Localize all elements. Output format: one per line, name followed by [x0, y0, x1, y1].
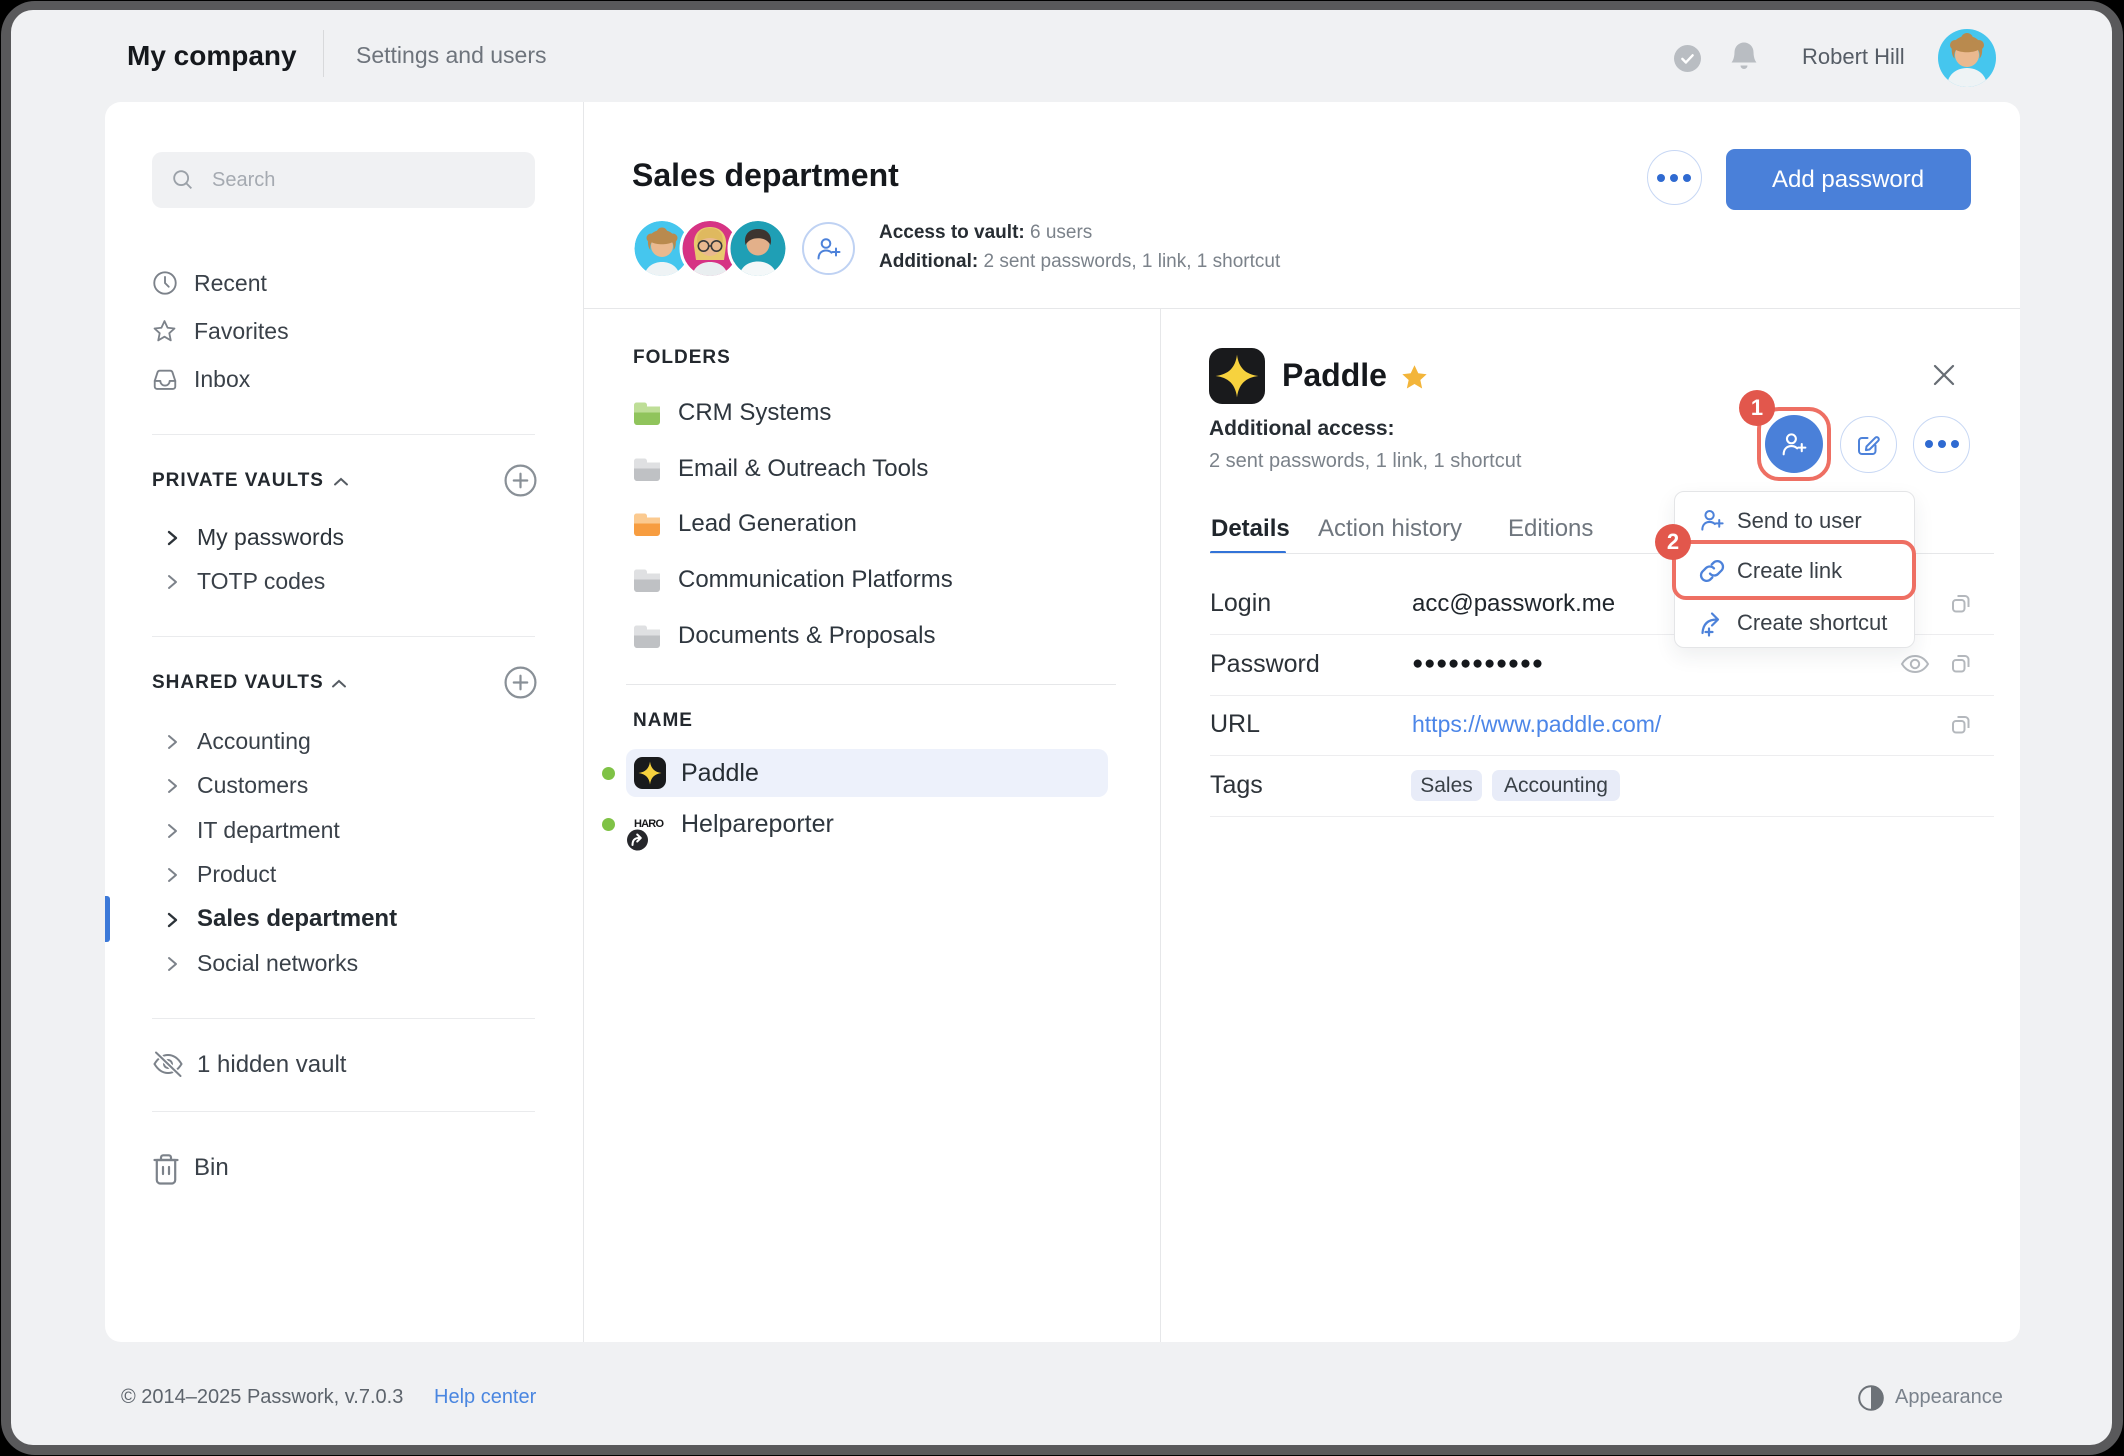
svg-text:HARO: HARO — [634, 818, 664, 830]
